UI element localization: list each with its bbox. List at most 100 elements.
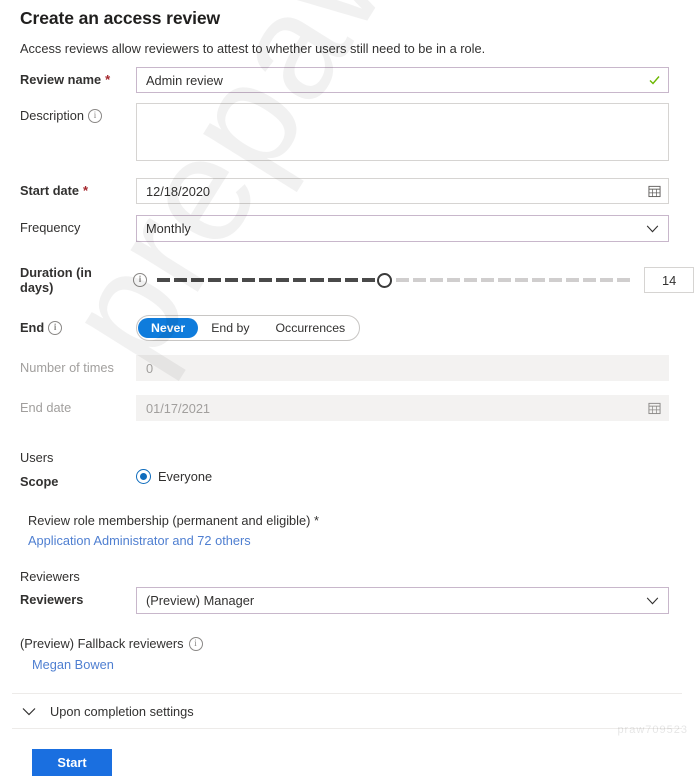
- number-of-times-row: Number of times 0: [0, 355, 694, 381]
- slider-tick: [327, 278, 341, 282]
- frequency-control: Monthly: [136, 215, 694, 242]
- frequency-label-text: Frequency: [20, 220, 81, 235]
- end-label: End: [20, 315, 136, 336]
- end-date-row: End date 01/17/2021: [0, 395, 694, 421]
- duration-label-text: Duration (in days): [20, 265, 92, 295]
- slider-tick: [157, 278, 171, 282]
- upon-completion-settings-toggle[interactable]: Upon completion settings: [0, 694, 694, 728]
- frequency-dropdown[interactable]: Monthly: [136, 215, 669, 242]
- slider-tick: [293, 278, 307, 282]
- info-icon[interactable]: [48, 321, 63, 335]
- scope-radio-label: Everyone: [158, 469, 213, 484]
- end-option-never[interactable]: Never: [138, 318, 199, 338]
- chevron-down-icon: [22, 707, 36, 716]
- slider-tick: [225, 278, 239, 282]
- slider-tick: [446, 278, 460, 282]
- reviewers-label: Reviewers: [20, 587, 136, 608]
- start-date-label: Start date *: [20, 178, 136, 199]
- slider-tick: [566, 278, 580, 282]
- start-date-input-wrap: 12/18/2020: [136, 178, 669, 204]
- required-asterisk: *: [313, 513, 319, 528]
- end-date-label: End date: [20, 395, 136, 416]
- role-membership-link[interactable]: Application Administrator and 72 others: [28, 533, 251, 548]
- duration-slider-thumb[interactable]: [376, 272, 392, 288]
- description-textarea[interactable]: [136, 103, 669, 161]
- reviewers-row: Reviewers (Preview) Manager: [0, 587, 694, 614]
- slider-tick: [208, 278, 222, 282]
- reviewers-section-title: Reviewers: [20, 569, 80, 584]
- users-section-title: Users: [20, 450, 54, 465]
- chevron-down-icon: [646, 225, 659, 233]
- slider-tick: [617, 278, 631, 282]
- radio-icon: [136, 469, 151, 484]
- calendar-icon[interactable]: [648, 185, 661, 198]
- scope-radio-everyone[interactable]: Everyone: [136, 469, 694, 484]
- slider-tick: [549, 278, 563, 282]
- end-date-input-wrap: 01/17/2021: [136, 395, 669, 421]
- slider-tick: [532, 278, 546, 282]
- fallback-reviewer-link[interactable]: Megan Bowen: [32, 657, 114, 672]
- review-name-row: Review name * Admin review: [0, 67, 694, 93]
- role-membership-label: Review role membership (permanent and el…: [28, 512, 694, 530]
- end-option-end-by[interactable]: End by: [198, 318, 262, 338]
- slider-tick: [259, 278, 273, 282]
- create-access-review-form: Create an access review Access reviews a…: [0, 0, 694, 776]
- number-of-times-input: 0: [136, 355, 669, 381]
- start-date-row: Start date * 12/18/2020: [0, 178, 694, 204]
- slider-tick: [395, 278, 409, 282]
- role-membership-label-text: Review role membership (permanent and el…: [28, 513, 311, 528]
- reviewers-label-text: Reviewers: [20, 592, 84, 607]
- divider-bottom: [12, 728, 682, 729]
- slider-tick: [429, 278, 443, 282]
- slider-tick: [463, 278, 477, 282]
- frequency-label: Frequency: [20, 215, 136, 236]
- slider-tick: [480, 278, 494, 282]
- start-date-input[interactable]: 12/18/2020: [136, 178, 669, 204]
- role-membership-block: Review role membership (permanent and el…: [0, 512, 694, 550]
- reviewers-value: (Preview) Manager: [146, 593, 255, 608]
- slider-tick: [191, 278, 205, 282]
- number-of-times-label: Number of times: [20, 355, 136, 376]
- reviewers-control: (Preview) Manager: [136, 587, 694, 614]
- start-button[interactable]: Start: [32, 749, 112, 776]
- info-icon[interactable]: [188, 637, 203, 651]
- duration-value-box[interactable]: 14: [644, 267, 694, 293]
- description-row: Description: [0, 103, 694, 166]
- frequency-row: Frequency Monthly: [0, 215, 694, 242]
- slider-tick: [344, 278, 358, 282]
- description-control: [136, 103, 694, 166]
- slider-tick: [497, 278, 512, 282]
- review-name-label-text: Review name: [20, 72, 102, 87]
- upon-completion-settings-label: Upon completion settings: [50, 703, 194, 719]
- end-date-label-text: End date: [20, 400, 72, 415]
- page-subtitle: Access reviews allow reviewers to attest…: [20, 41, 486, 56]
- slider-tick: [600, 278, 614, 282]
- calendar-icon: [648, 402, 661, 415]
- required-asterisk: *: [83, 183, 89, 198]
- review-name-input-wrap: Admin review: [136, 67, 669, 93]
- scope-label: Scope: [20, 469, 136, 490]
- frequency-value: Monthly: [146, 221, 191, 236]
- slider-tick: [174, 278, 188, 282]
- review-name-label: Review name *: [20, 67, 136, 88]
- slider-tick: [412, 278, 426, 282]
- slider-tick: [310, 278, 324, 282]
- duration-slider[interactable]: [157, 271, 631, 289]
- duration-label: Duration (in days): [20, 265, 148, 295]
- info-icon[interactable]: [88, 109, 103, 123]
- end-choice-group: Never End by Occurrences: [136, 315, 361, 341]
- fallback-reviewers-block: (Preview) Fallback reviewers Megan Bowen: [0, 635, 694, 674]
- end-row: End NeverEnd byOccurrences: [0, 315, 694, 341]
- scope-row: Scope Everyone: [0, 469, 694, 490]
- info-icon[interactable]: [133, 273, 148, 287]
- duration-slider-track: [157, 278, 631, 282]
- slider-tick: [515, 278, 529, 282]
- reviewers-dropdown[interactable]: (Preview) Manager: [136, 587, 669, 614]
- duration-row: Duration (in days) 14: [0, 265, 694, 295]
- chevron-down-icon: [646, 597, 659, 605]
- description-label-text: Description: [20, 108, 85, 123]
- review-name-input[interactable]: Admin review: [136, 67, 669, 93]
- number-of-times-label-text: Number of times: [20, 360, 114, 375]
- end-option-occurrences[interactable]: Occurrences: [262, 318, 358, 338]
- review-name-control: Admin review: [136, 67, 694, 93]
